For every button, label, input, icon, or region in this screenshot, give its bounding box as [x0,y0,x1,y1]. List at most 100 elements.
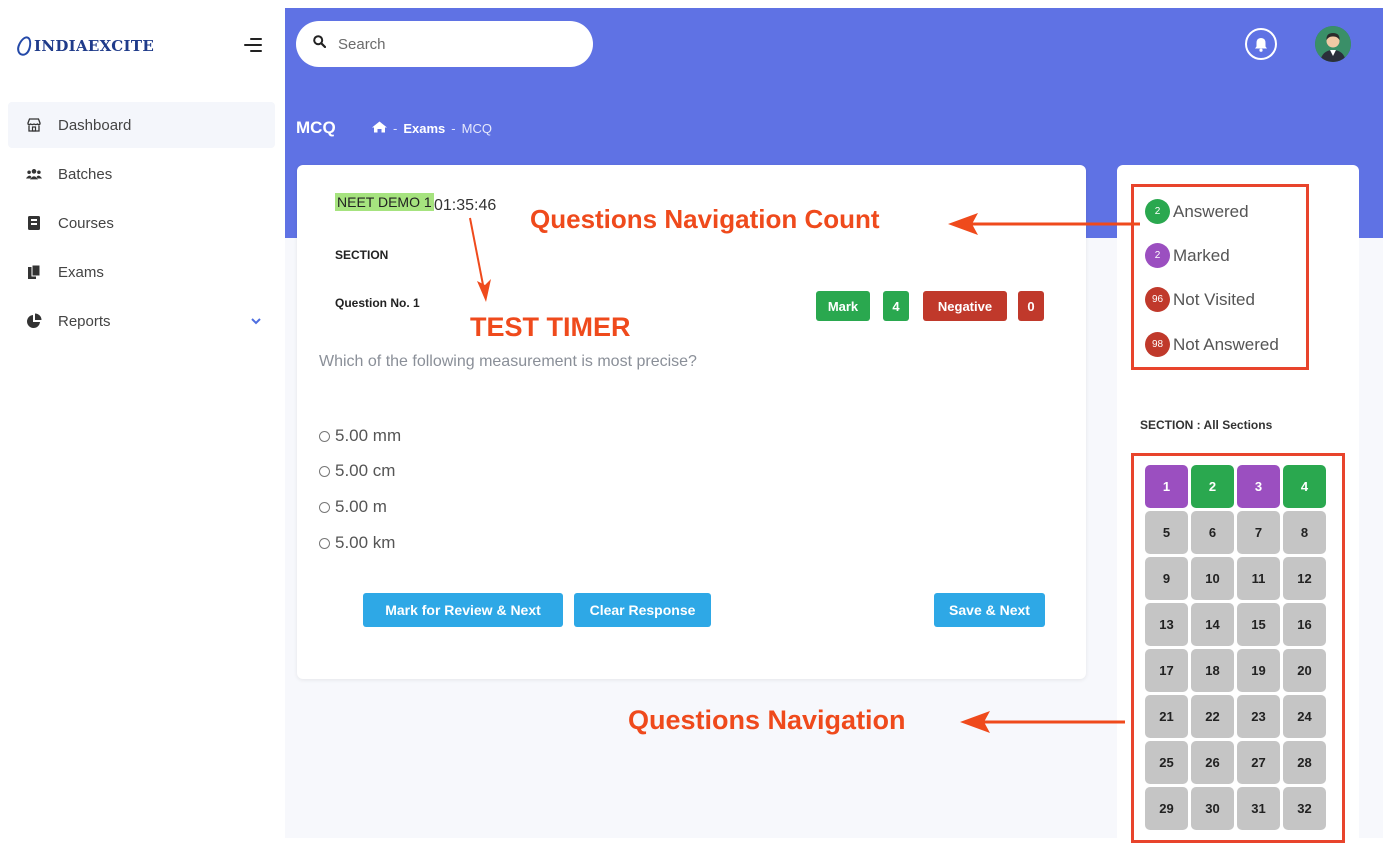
question-nav-button-3[interactable]: 3 [1237,465,1280,508]
question-nav-button-1[interactable]: 1 [1145,465,1188,508]
brand-logo[interactable]: INDIAEXCITE [14,34,155,58]
question-nav-button-31[interactable]: 31 [1237,787,1280,830]
breadcrumb-current: MCQ [461,121,492,136]
question-nav-button-8[interactable]: 8 [1283,511,1326,554]
question-nav-button-32[interactable]: 32 [1283,787,1326,830]
legend-not-answered: 98 Not Answered [1145,332,1279,357]
question-nav-button-17[interactable]: 17 [1145,649,1188,692]
annotation-nav: Questions Navigation [628,705,906,735]
question-nav-button-6[interactable]: 6 [1191,511,1234,554]
question-nav-button-7[interactable]: 7 [1237,511,1280,554]
negative-value-badge: 0 [1018,291,1044,321]
sidebar-item-label: Dashboard [58,116,132,134]
legend-not-visited: 96 Not Visited [1145,287,1255,312]
radio-button[interactable] [319,537,330,549]
sidebar-item-batches[interactable]: Batches [8,151,275,197]
exam-name: NEET DEMO 1 [335,193,434,211]
question-number: Question No. 1 [335,296,420,310]
option-label: 5.00 km [335,533,396,552]
question-nav-button-23[interactable]: 23 [1237,695,1280,738]
question-nav-button-30[interactable]: 30 [1191,787,1234,830]
sidebar-item-label: Reports [58,312,111,330]
section-filter-label: SECTION : All Sections [1140,418,1273,432]
clear-response-button[interactable]: Clear Response [574,593,711,627]
notification-bell-icon[interactable] [1245,28,1277,60]
count-badge: 98 [1145,332,1170,357]
question-nav-button-27[interactable]: 27 [1237,741,1280,784]
question-nav-button-18[interactable]: 18 [1191,649,1234,692]
sidebar-item-dashboard[interactable]: Dashboard [8,102,275,148]
home-icon[interactable] [372,121,387,136]
question-nav-button-26[interactable]: 26 [1191,741,1234,784]
question-nav-button-10[interactable]: 10 [1191,557,1234,600]
question-nav-button-20[interactable]: 20 [1283,649,1326,692]
question-nav-button-29[interactable]: 29 [1145,787,1188,830]
search-input[interactable] [336,34,570,54]
sidebar-item-label: Batches [58,165,113,183]
option-3[interactable]: 5.00 m [319,497,387,517]
legend-answered: 2 Answered [1145,199,1249,224]
copy-icon [26,264,42,280]
question-nav-button-2[interactable]: 2 [1191,465,1234,508]
sidebar-item-courses[interactable]: Courses [8,200,275,246]
question-nav-button-28[interactable]: 28 [1283,741,1326,784]
count-badge: 2 [1145,199,1170,224]
breadcrumb: - Exams - MCQ [372,121,492,136]
question-nav-button-15[interactable]: 15 [1237,603,1280,646]
search-box[interactable] [296,21,593,67]
question-nav-button-16[interactable]: 16 [1283,603,1326,646]
question-nav-button-9[interactable]: 9 [1145,557,1188,600]
question-nav-button-12[interactable]: 12 [1283,557,1326,600]
sidebar-item-exams[interactable]: Exams [8,249,275,295]
sidebar-item-label: Exams [58,263,104,281]
page-title: MCQ [296,118,336,137]
option-4[interactable]: 5.00 km [319,533,395,553]
test-timer: 01:35:46 [434,197,497,214]
breadcrumb-separator: - [451,121,456,136]
negative-badge: Negative [923,291,1007,321]
chevron-down-icon [251,314,261,328]
question-nav-button-25[interactable]: 25 [1145,741,1188,784]
radio-button[interactable] [319,501,330,513]
question-nav-button-13[interactable]: 13 [1145,603,1188,646]
brand-name: INDIAEXCITE [34,37,155,55]
mark-for-review-button[interactable]: Mark for Review & Next [363,593,563,627]
count-badge: 2 [1145,243,1170,268]
option-label: 5.00 mm [335,426,402,445]
annotation-timer: TEST TIMER [470,312,631,342]
question-card: NEET DEMO 1 01:35:46 SECTION Question No… [297,165,1086,679]
menu-toggle-icon[interactable] [244,38,262,52]
question-nav-button-11[interactable]: 11 [1237,557,1280,600]
legend-marked: 2 Marked [1145,243,1230,268]
legend-label: Answered [1173,201,1249,221]
question-nav-button-14[interactable]: 14 [1191,603,1234,646]
question-nav-button-5[interactable]: 5 [1145,511,1188,554]
question-nav-button-22[interactable]: 22 [1191,695,1234,738]
legend-label: Not Visited [1173,289,1255,309]
question-nav-button-19[interactable]: 19 [1237,649,1280,692]
question-nav-button-21[interactable]: 21 [1145,695,1188,738]
breadcrumb-separator: - [393,121,398,136]
mark-badge: Mark [816,291,870,321]
breadcrumb-exams[interactable]: Exams [403,121,445,136]
sidebar-item-label: Courses [58,214,114,232]
question-nav-button-4[interactable]: 4 [1283,465,1326,508]
option-1[interactable]: 5.00 mm [319,426,401,446]
save-next-button[interactable]: Save & Next [934,593,1045,627]
radio-button[interactable] [319,465,330,477]
brand-logo-icon [14,34,35,58]
question-navigation-grid: 1 2 3 4 5 6 7 8 9 10 11 12 13 14 15 16 17 18 19 20 21 22 23 24 2… [1145,465,1326,830]
legend-label: Not Answered [1173,334,1279,354]
sidebar: INDIAEXCITE Dashboard Batches Courses Ex… [8,8,285,840]
option-2[interactable]: 5.00 cm [319,461,395,481]
user-avatar[interactable] [1315,26,1351,62]
annotation-nav-count: Questions Navigation Count [530,204,880,234]
legend-label: Marked [1173,245,1230,265]
pie-chart-icon [26,313,42,329]
top-bar [285,8,1383,84]
sidebar-item-reports[interactable]: Reports [8,298,275,344]
question-nav-button-24[interactable]: 24 [1283,695,1326,738]
question-text: Which of the following measurement is mo… [319,353,697,370]
book-icon [26,215,42,231]
radio-button[interactable] [319,430,330,442]
